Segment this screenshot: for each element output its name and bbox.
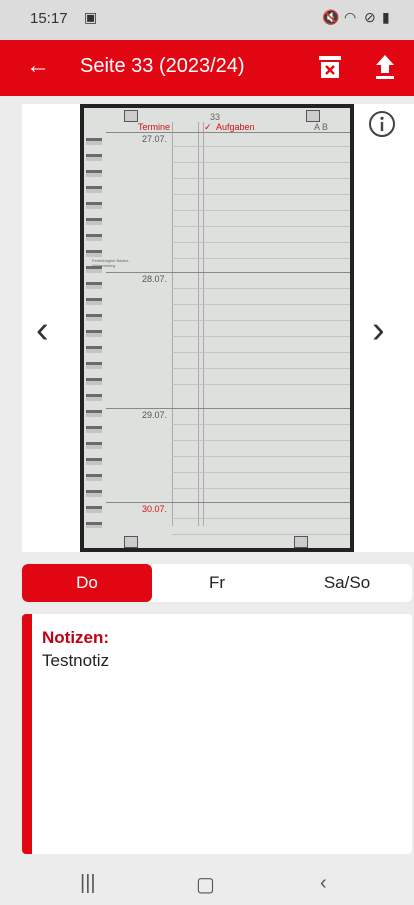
status-bar: 15:17 ▣ 🔇 ◠ ⊘ ▮ xyxy=(0,0,414,40)
row-line xyxy=(172,424,350,425)
row-line xyxy=(172,258,350,259)
corner-mark-icon xyxy=(124,536,138,548)
column-termine: Termine xyxy=(138,122,171,132)
mute-icon: 🔇 xyxy=(322,9,340,25)
system-back-icon[interactable]: ‹ xyxy=(320,872,327,895)
row-line xyxy=(172,178,350,179)
column-aufgaben: Aufgaben xyxy=(216,122,255,132)
row-line xyxy=(172,456,350,457)
date-label: 30.07. xyxy=(142,504,168,514)
row-line xyxy=(172,210,350,211)
date-label: 27.07. xyxy=(142,134,168,144)
planner-page: 33 Termine ✓ Aufgaben A B 27.07. Ferienb… xyxy=(84,108,350,548)
row-line xyxy=(172,146,350,147)
row-line xyxy=(172,518,350,519)
holiday-note: Ferienbeginn Baden-Württemberg xyxy=(92,258,130,268)
row-line xyxy=(172,472,350,473)
row-line xyxy=(172,226,350,227)
status-time: 15:17 xyxy=(30,10,68,27)
system-nav-bar: ||| ▢ ‹ xyxy=(0,864,414,905)
delete-archive-icon[interactable] xyxy=(318,54,342,80)
row-line xyxy=(172,242,350,243)
row-line xyxy=(172,162,350,163)
image-notification-icon: ▣ xyxy=(84,9,98,25)
column-line xyxy=(198,122,199,526)
wifi-icon: ◠ xyxy=(344,9,357,25)
corner-mark-icon xyxy=(306,110,320,122)
column-ab: A B xyxy=(314,122,329,132)
tab-sa-so[interactable]: Sa/So xyxy=(282,564,412,602)
row-line xyxy=(106,502,350,503)
date-label: 29.07. xyxy=(142,410,168,420)
row-line xyxy=(172,288,350,289)
page-title: Seite 33 (2023/24) xyxy=(80,55,245,77)
upload-icon[interactable] xyxy=(372,52,398,82)
row-line xyxy=(172,194,350,195)
chevron-left-icon[interactable]: ‹ xyxy=(36,310,49,350)
spiral-binding xyxy=(86,138,102,528)
corner-mark-icon xyxy=(124,110,138,122)
row-line xyxy=(172,368,350,369)
row-line xyxy=(172,336,350,337)
planner-photo: 33 Termine ✓ Aufgaben A B 27.07. Ferienb… xyxy=(80,104,354,552)
notes-accent-bar xyxy=(22,614,32,854)
date-label: 28.07. xyxy=(142,274,168,284)
page-image-card: ‹ › 33 Termine ✓ Aufgaben A B 27.07. Fer… xyxy=(22,104,414,552)
corner-mark-icon xyxy=(294,536,308,548)
dnd-icon: ⊘ xyxy=(364,9,376,25)
row-line xyxy=(172,488,350,489)
back-arrow-icon[interactable]: ← xyxy=(26,52,50,80)
row-line xyxy=(172,440,350,441)
notes-card[interactable]: Notizen: Testnotiz xyxy=(22,614,412,854)
tab-fr[interactable]: Fr xyxy=(152,564,282,602)
row-line xyxy=(106,132,350,133)
recent-apps-icon[interactable]: ||| xyxy=(80,872,96,895)
row-line xyxy=(172,304,350,305)
row-line xyxy=(106,408,350,409)
notes-label: Notizen: xyxy=(42,628,110,647)
column-line xyxy=(203,122,204,526)
tab-do[interactable]: Do xyxy=(22,564,152,602)
row-line xyxy=(172,352,350,353)
chevron-right-icon[interactable]: › xyxy=(372,310,385,350)
row-line xyxy=(172,384,350,385)
row-line xyxy=(106,272,350,273)
notes-text[interactable]: Testnotiz xyxy=(42,651,109,671)
home-icon[interactable]: ▢ xyxy=(196,872,215,897)
info-icon[interactable] xyxy=(368,110,396,138)
column-line xyxy=(172,122,173,526)
day-tabs: Do Fr Sa/So xyxy=(22,564,412,602)
page-number: 33 xyxy=(210,112,221,122)
row-line xyxy=(172,320,350,321)
battery-icon: ▮ xyxy=(382,9,390,25)
row-line xyxy=(172,534,350,535)
app-bar: ← Seite 33 (2023/24) xyxy=(0,40,414,96)
